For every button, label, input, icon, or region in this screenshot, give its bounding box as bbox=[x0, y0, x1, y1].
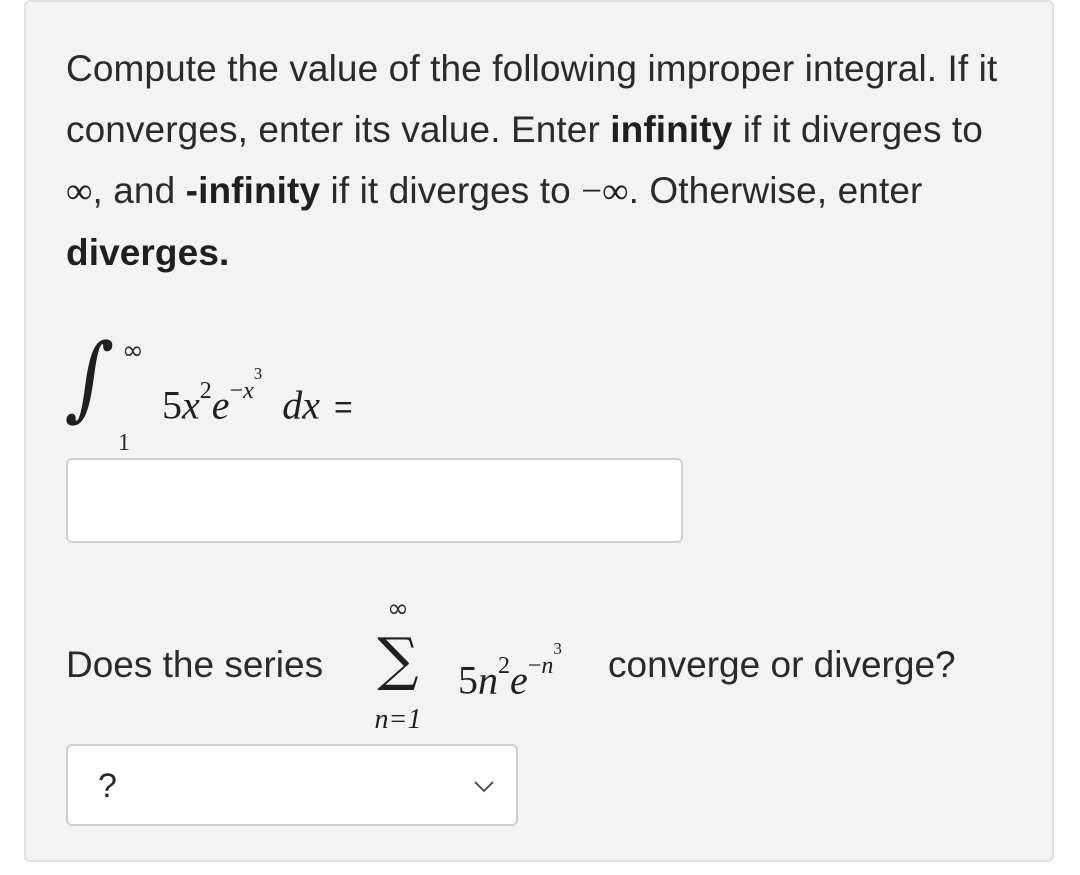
summand-coef: 5 bbox=[458, 657, 478, 703]
integrand-exponent: −x3 bbox=[229, 364, 263, 404]
select-current-value: ? bbox=[98, 767, 117, 805]
series-question-prefix: Does the series bbox=[66, 644, 324, 685]
prompt-text-3: , and bbox=[92, 170, 186, 211]
series-question: Does the series ∞ ∑ n=1 5n2e−n3 converge… bbox=[66, 590, 1056, 750]
sum-upper-limit: ∞ bbox=[387, 594, 409, 624]
neg-infinity-symbol: −∞ bbox=[581, 171, 629, 212]
sum-lower-limit: n=1 bbox=[374, 704, 422, 735]
integrand: 5x2e−x3 dx = bbox=[162, 364, 353, 428]
infinity-symbol: ∞ bbox=[66, 171, 93, 212]
exp-power: 3 bbox=[253, 364, 263, 383]
prompt-text-5: . Otherwise, enter bbox=[628, 170, 923, 211]
exp-var: x bbox=[243, 378, 254, 404]
prompt-keyword-neg-infinity: -infinity bbox=[185, 170, 321, 211]
question-card: Compute the value of the following impro… bbox=[24, 0, 1054, 862]
exp-sign: − bbox=[229, 378, 244, 404]
converge-diverge-select[interactable]: ? bbox=[66, 744, 518, 826]
summand-exp-sign: − bbox=[527, 653, 542, 679]
prompt-text-4: if it diverges to bbox=[320, 170, 582, 211]
summand: 5n2e−n3 bbox=[458, 639, 562, 703]
integrand-base: e bbox=[211, 382, 230, 428]
prompt-keyword-infinity: infinity bbox=[610, 109, 733, 150]
integrand-power: 2 bbox=[199, 378, 212, 404]
integral-expression: ∫ ∞ 1 5x2e−x3 dx = bbox=[63, 324, 586, 462]
summand-exp-power: 3 bbox=[553, 639, 562, 658]
prompt-keyword-diverges: diverges. bbox=[66, 232, 230, 273]
prompt-text-2: if it diverges to bbox=[732, 109, 983, 150]
sigma-symbol: ∑ bbox=[377, 625, 419, 693]
summation-block: ∞ ∑ n=1 bbox=[348, 590, 448, 750]
integral-lower-limit: 1 bbox=[118, 430, 130, 456]
summand-power: 2 bbox=[498, 653, 510, 679]
summand-base: e bbox=[510, 657, 528, 703]
integrand-coef: 5 bbox=[162, 382, 182, 428]
series-question-suffix: converge or diverge? bbox=[608, 644, 956, 685]
integral-upper-limit: ∞ bbox=[122, 336, 144, 366]
summand-exp-var: n bbox=[541, 653, 554, 679]
question-prompt: Compute the value of the following impro… bbox=[66, 38, 1026, 283]
summand-exponent: −n3 bbox=[527, 639, 562, 679]
differential: dx bbox=[282, 382, 320, 428]
answer-input[interactable] bbox=[66, 458, 683, 543]
integrand-var: x bbox=[182, 382, 200, 428]
summand-var: n bbox=[478, 657, 498, 703]
chevron-down-icon bbox=[474, 781, 494, 793]
integral-sign: ∫ bbox=[63, 324, 117, 431]
equals-sign: = bbox=[334, 389, 353, 426]
